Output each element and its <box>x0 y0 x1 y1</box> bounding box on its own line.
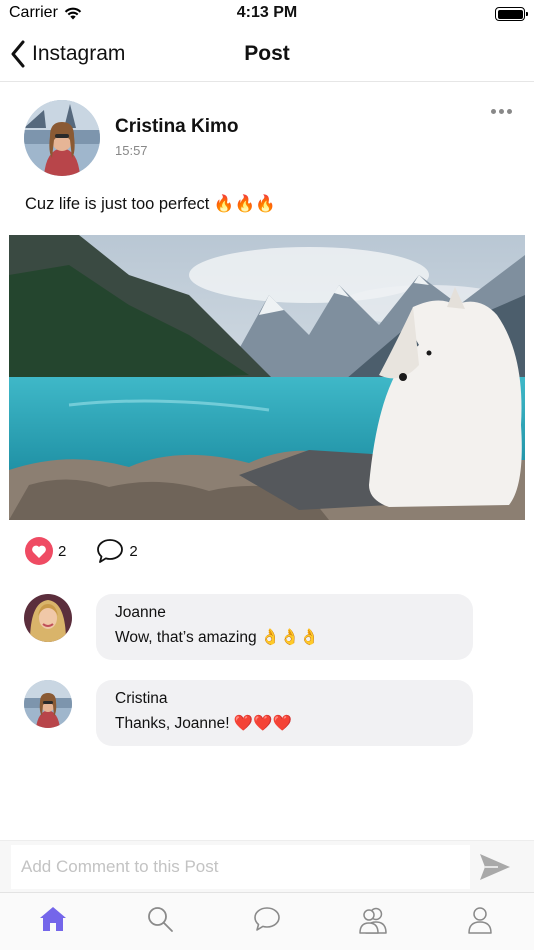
profile-icon <box>468 907 492 934</box>
tab-profile[interactable] <box>460 905 500 939</box>
more-options-icon[interactable] <box>488 104 514 118</box>
comment-text: Wow, that’s amazing 👌👌👌 <box>115 629 319 646</box>
comment-button[interactable]: 2 <box>96 538 138 564</box>
comment-bubble-icon <box>97 539 124 563</box>
status-time: 4:13 PM <box>236 4 298 21</box>
home-icon <box>40 907 66 931</box>
post-caption: Cuz life is just too perfect 🔥🔥🔥 <box>25 195 276 213</box>
commenter-avatar[interactable] <box>24 680 72 728</box>
like-count: 2 <box>58 542 67 560</box>
comment-composer <box>0 840 534 892</box>
like-button[interactable]: 2 <box>25 537 66 565</box>
tab-bar <box>0 892 534 950</box>
tab-friends[interactable] <box>353 905 393 939</box>
back-button-label: Instagram <box>32 42 126 65</box>
friends-icon <box>359 907 387 934</box>
tab-chat[interactable] <box>247 905 287 939</box>
commenter-avatar[interactable] <box>24 594 72 642</box>
search-icon <box>148 907 173 932</box>
comment-input[interactable] <box>11 845 470 889</box>
author-name[interactable]: Cristina Kimo <box>115 116 239 138</box>
send-icon <box>480 854 510 880</box>
send-button[interactable] <box>478 851 512 883</box>
post-actions: 2 2 <box>25 537 138 565</box>
chat-icon <box>254 907 280 931</box>
post-header: Cristina Kimo 15:57 <box>24 100 514 180</box>
heart-icon <box>25 537 53 565</box>
comment-text: Thanks, Joanne! ❤️❤️❤️ <box>115 715 292 732</box>
author-avatar[interactable] <box>24 100 100 176</box>
comment-bubble: Joanne Wow, that’s amazing 👌👌👌 <box>96 594 473 660</box>
chevron-left-icon <box>11 40 25 68</box>
commenter-name[interactable]: Joanne <box>115 604 454 622</box>
status-bar: Carrier 4:13 PM <box>0 0 534 30</box>
comment-count: 2 <box>129 542 138 560</box>
post-image[interactable] <box>9 235 525 520</box>
commenter-name[interactable]: Cristina <box>115 690 454 708</box>
tab-search[interactable] <box>140 905 180 939</box>
comment-bubble: Cristina Thanks, Joanne! ❤️❤️❤️ <box>96 680 473 746</box>
tab-home[interactable] <box>33 905 73 939</box>
navigation-bar: Instagram Post <box>0 30 534 82</box>
post-timestamp: 15:57 <box>115 143 148 158</box>
back-button[interactable]: Instagram <box>10 40 125 68</box>
battery-icon <box>495 7 528 21</box>
